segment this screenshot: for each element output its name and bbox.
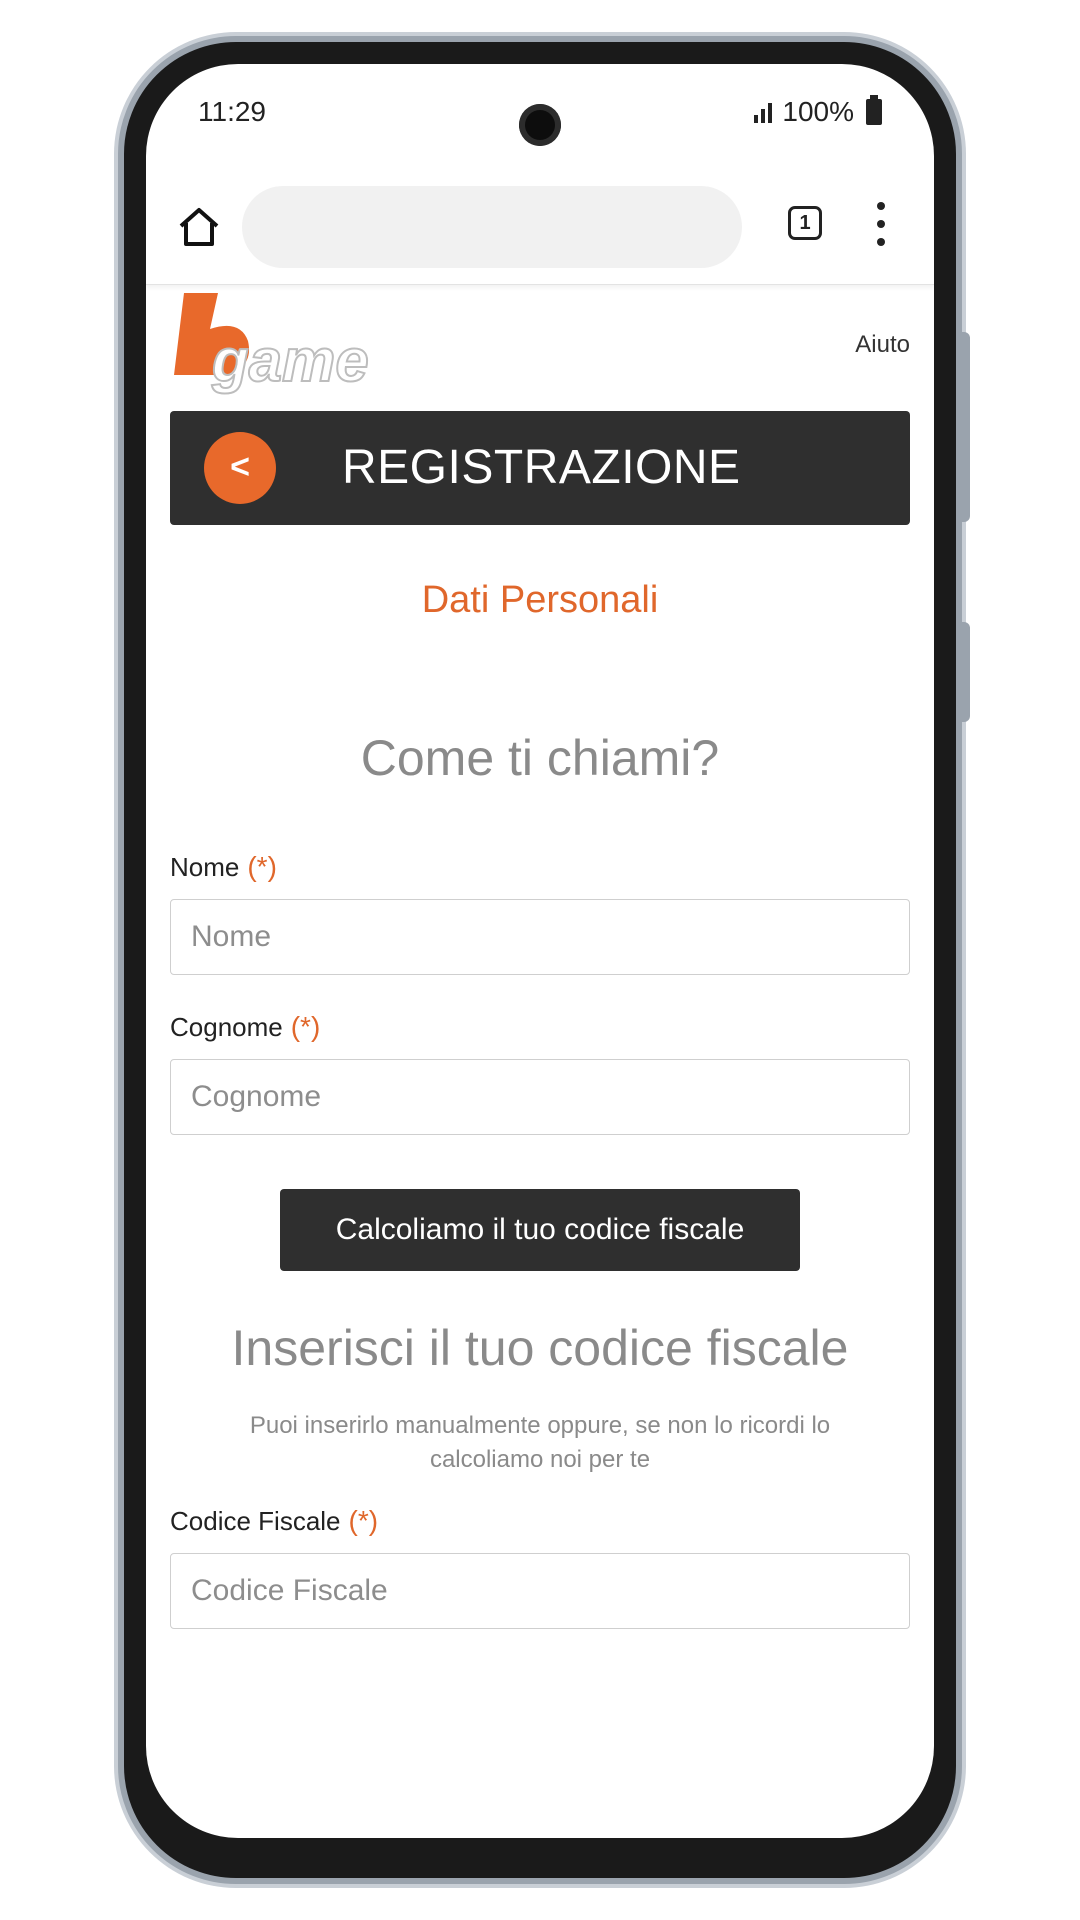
home-icon[interactable] [176, 204, 222, 250]
required-mark: (*) [247, 851, 277, 882]
help-link[interactable]: Aiuto [855, 331, 910, 359]
nome-label-text: Nome [170, 852, 240, 882]
required-mark: (*) [290, 1011, 321, 1042]
status-time: 11:29 [198, 96, 266, 127]
fiscal-code-input[interactable] [170, 1553, 910, 1629]
status-bar: 11:29 100% [146, 64, 934, 146]
signal-icon [754, 101, 773, 123]
address-bar[interactable] [242, 186, 742, 268]
tabs-icon[interactable]: 1 [788, 206, 822, 240]
fiscal-code-subtitle: Puoi inserirlo manualmente oppure, se no… [249, 1412, 831, 1473]
bgame-logo[interactable]: game [170, 289, 390, 399]
browser-toolbar: 1 [146, 164, 934, 285]
back-button[interactable]: < [204, 432, 276, 504]
required-mark: (*) [348, 1505, 379, 1536]
nome-input[interactable] [170, 899, 910, 975]
section-title: Dati Personali [421, 579, 659, 621]
battery-percent: 100% [782, 96, 854, 127]
name-question: Come ti chiami? [360, 730, 720, 786]
screen: 11:29 100% 1 game Aiuto < REGISTRAZIONE … [146, 64, 934, 1838]
calculate-fiscal-code-button[interactable]: Calcoliamo il tuo codice fiscale [280, 1189, 800, 1271]
svg-text:game: game [211, 327, 369, 394]
fiscal-code-label-text: Codice Fiscale [170, 1506, 341, 1536]
volume-button [960, 332, 970, 522]
power-button [960, 622, 970, 722]
fiscal-code-title: Inserisci il tuo codice fiscale [231, 1320, 849, 1376]
nome-label: Nome (*) [170, 851, 277, 883]
battery-icon [866, 95, 882, 125]
registration-header: < REGISTRAZIONE [170, 411, 910, 525]
phone-frame: 11:29 100% 1 game Aiuto < REGISTRAZIONE … [118, 36, 970, 1884]
cognome-label-text: Cognome [170, 1012, 283, 1042]
cognome-label: Cognome (*) [170, 1011, 320, 1043]
front-camera [519, 104, 561, 146]
fiscal-code-label: Codice Fiscale (*) [170, 1505, 378, 1537]
cognome-input[interactable] [170, 1059, 910, 1135]
more-menu-icon[interactable] [876, 202, 886, 246]
status-right: 100% [754, 95, 882, 128]
page-title: REGISTRAZIONE [342, 441, 741, 494]
